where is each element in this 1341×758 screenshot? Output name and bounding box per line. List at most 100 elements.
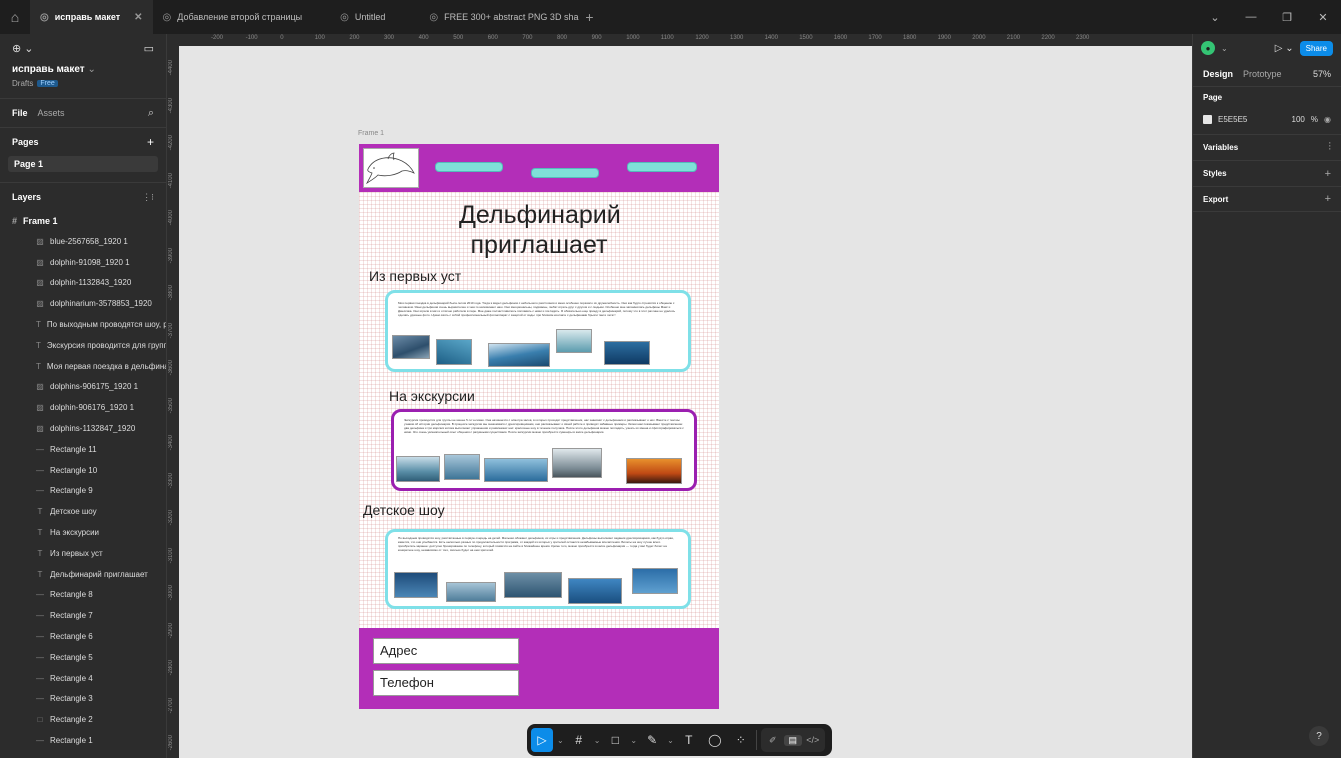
zoom-level[interactable]: 57% bbox=[1313, 69, 1331, 79]
dolphin-logo-icon[interactable] bbox=[363, 148, 419, 188]
page-fill-row[interactable]: E5E5E5 100 % ◉ bbox=[1193, 108, 1341, 130]
layer-item[interactable]: — Rectangle 9 bbox=[0, 481, 166, 502]
minimize-icon[interactable]: — bbox=[1233, 11, 1269, 23]
layer-item[interactable]: — Rectangle 4 bbox=[0, 668, 166, 689]
photo[interactable] bbox=[436, 339, 472, 365]
tab-file-2[interactable]: ◎ Добавление второй страницы bbox=[153, 0, 313, 34]
nav-button-1[interactable] bbox=[435, 162, 503, 172]
layer-item[interactable]: — Rectangle 8 bbox=[0, 585, 166, 606]
photo[interactable] bbox=[488, 343, 550, 367]
photo[interactable] bbox=[568, 578, 622, 604]
home-icon[interactable]: ⌂ bbox=[0, 0, 30, 34]
rectangle-tool-icon[interactable]: □ bbox=[604, 728, 626, 752]
photo[interactable] bbox=[392, 335, 430, 359]
eye-icon[interactable]: ◉ bbox=[1324, 115, 1331, 124]
search-icon[interactable]: ⌕ bbox=[148, 107, 154, 120]
chevron-down-icon[interactable]: ⌄ bbox=[594, 736, 601, 745]
add-style-icon[interactable]: + bbox=[1325, 168, 1331, 180]
section-title-2[interactable]: На экскурсии bbox=[389, 388, 475, 404]
nav-button-2[interactable] bbox=[531, 168, 599, 178]
layer-item[interactable]: — Rectangle 11 bbox=[0, 439, 166, 460]
tab-prototype[interactable]: Prototype bbox=[1243, 69, 1282, 79]
photo[interactable] bbox=[444, 454, 480, 480]
layer-item[interactable]: ▨ dolphin-1132843_1920 bbox=[0, 273, 166, 294]
site-header[interactable] bbox=[359, 144, 719, 192]
window-close-icon[interactable]: ✕ bbox=[1305, 11, 1341, 24]
site-title[interactable]: Дельфинарий приглашает bbox=[359, 200, 719, 260]
phone-field[interactable]: Телефон bbox=[373, 670, 519, 696]
fill-opacity[interactable]: 100 bbox=[1292, 115, 1305, 124]
card-3-text[interactable]: По выходным проводятся шоу, рассчитанные… bbox=[398, 536, 678, 566]
draw-mode-icon[interactable]: ✐ bbox=[764, 735, 782, 746]
layer-item[interactable]: — Rectangle 1 bbox=[0, 730, 166, 751]
photo[interactable] bbox=[396, 456, 440, 482]
chevron-down-icon[interactable]: ⌄ bbox=[557, 736, 564, 745]
canvas[interactable]: -200 -100 0 100 200 300 400 500 600 700 800 900 1000… bbox=[167, 34, 1192, 758]
chevron-down-icon[interactable]: ⌄ bbox=[1221, 44, 1228, 53]
add-page-icon[interactable]: + bbox=[147, 135, 154, 149]
photo[interactable] bbox=[626, 458, 682, 484]
address-field[interactable]: Адрес bbox=[373, 638, 519, 664]
move-tool-icon[interactable]: ▷ bbox=[531, 728, 553, 752]
card-2-text[interactable]: Экскурсия проводится для группы не менее… bbox=[404, 418, 684, 450]
avatar[interactable]: ● bbox=[1201, 41, 1215, 55]
variables-settings-icon[interactable]: ⫶ bbox=[1328, 141, 1331, 154]
photo[interactable] bbox=[394, 572, 438, 598]
layer-frame[interactable]: # Frame 1 bbox=[0, 211, 166, 231]
frame-name-label[interactable]: Frame 1 bbox=[358, 130, 384, 137]
section-title-1[interactable]: Из первых уст bbox=[369, 268, 461, 284]
layer-item[interactable]: T Детское шоу bbox=[0, 501, 166, 522]
share-button[interactable]: Share bbox=[1299, 40, 1333, 56]
layer-item[interactable]: □ Rectangle 2 bbox=[0, 709, 166, 730]
layers-collapse-icon[interactable]: ⋮⁝ bbox=[142, 192, 154, 203]
photo[interactable] bbox=[504, 572, 562, 598]
layer-item[interactable]: T По выходным проводятся шоу, р bbox=[0, 314, 166, 335]
text-tool-icon[interactable]: T bbox=[678, 728, 700, 752]
file-name[interactable]: исправь макет ⌄ bbox=[0, 64, 166, 75]
photo[interactable] bbox=[552, 448, 602, 478]
present-icon[interactable]: ▷ ⌄ bbox=[1275, 43, 1294, 54]
card-3[interactable]: По выходным проводятся шоу, рассчитанные… bbox=[385, 529, 691, 609]
design-mode-icon[interactable]: ▤ bbox=[783, 734, 802, 746]
fill-swatch[interactable] bbox=[1203, 114, 1212, 124]
tab-file[interactable]: File bbox=[12, 108, 28, 118]
dev-mode-icon[interactable]: </> bbox=[804, 735, 822, 745]
layer-item[interactable]: ▨ dolphins-906175_1920 1 bbox=[0, 377, 166, 398]
tab-assets[interactable]: Assets bbox=[38, 108, 65, 118]
photo[interactable] bbox=[484, 458, 548, 482]
sidebar-toggle-icon[interactable]: ▭ bbox=[144, 42, 154, 55]
photo[interactable] bbox=[604, 341, 650, 365]
frame-tool-icon[interactable]: # bbox=[568, 728, 590, 752]
actions-icon[interactable]: ⁘ bbox=[730, 728, 752, 752]
drafts-location[interactable]: Drafts Free bbox=[0, 79, 166, 88]
layer-item[interactable]: — Rectangle 3 bbox=[0, 689, 166, 710]
nav-button-3[interactable] bbox=[627, 162, 697, 172]
card-1[interactable]: Моя первая поездка в дельфинарий была ле… bbox=[385, 290, 691, 372]
add-export-icon[interactable]: + bbox=[1325, 193, 1331, 205]
layer-item[interactable]: — Rectangle 7 bbox=[0, 605, 166, 626]
layer-item[interactable]: T На экскурсии bbox=[0, 522, 166, 543]
layer-item[interactable]: — Rectangle 5 bbox=[0, 647, 166, 668]
fill-hex[interactable]: E5E5E5 bbox=[1218, 115, 1247, 124]
tab-design[interactable]: Design bbox=[1203, 69, 1233, 79]
layer-item[interactable]: — Rectangle 6 bbox=[0, 626, 166, 647]
chevron-down-icon[interactable]: ⌄ bbox=[667, 736, 674, 745]
photo[interactable] bbox=[632, 568, 678, 594]
new-tab-icon[interactable]: + bbox=[585, 9, 593, 25]
comment-tool-icon[interactable]: ◯ bbox=[704, 728, 726, 752]
layer-item[interactable]: T Дельфинарий приглашает bbox=[0, 564, 166, 585]
layer-item[interactable]: — Rectangle 10 bbox=[0, 460, 166, 481]
layer-item[interactable]: T Моя первая поездка в дельфина bbox=[0, 356, 166, 377]
chevron-down-icon[interactable]: ⌄ bbox=[1197, 11, 1233, 24]
export-section[interactable]: Export + bbox=[1193, 186, 1341, 212]
tab-active-file[interactable]: ◎ исправь макет ✕ bbox=[30, 0, 153, 34]
photo[interactable] bbox=[446, 582, 496, 602]
card-2[interactable]: Экскурсия проводится для группы не менее… bbox=[391, 409, 697, 491]
layer-item[interactable]: T Из первых уст bbox=[0, 543, 166, 564]
layer-item[interactable]: ▨ dolphin-91098_1920 1 bbox=[0, 252, 166, 273]
styles-section[interactable]: Styles + bbox=[1193, 160, 1341, 186]
layer-item[interactable]: ▨ dolphin-906176_1920 1 bbox=[0, 397, 166, 418]
tab-file-4[interactable]: ◎ FREE 300+ abstract PNG 3D shapes ( bbox=[419, 0, 579, 34]
pen-tool-icon[interactable]: ✎ bbox=[641, 728, 663, 752]
card-1-text[interactable]: Моя первая поездка в дельфинарий была ле… bbox=[398, 301, 678, 333]
